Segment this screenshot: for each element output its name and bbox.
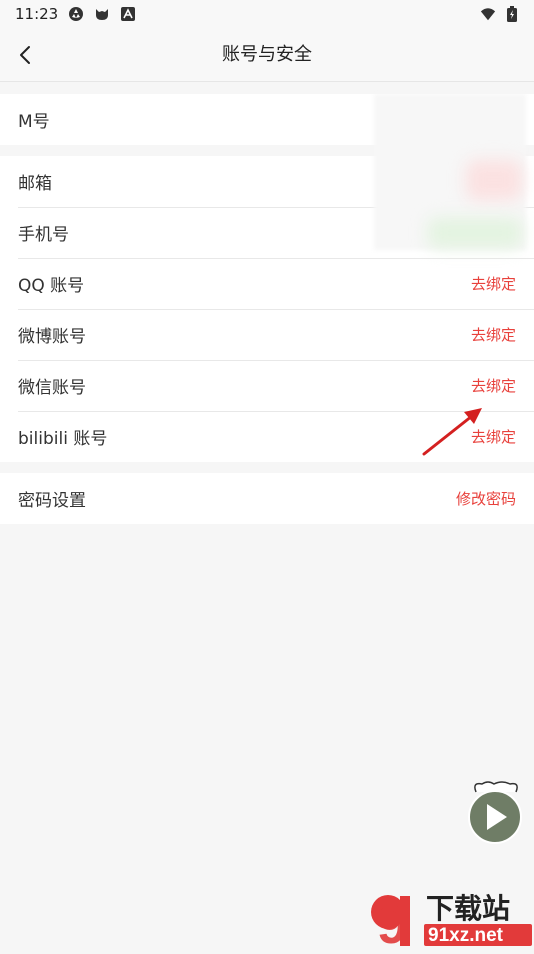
floating-video-button[interactable] xyxy=(466,780,524,844)
wifi-icon xyxy=(480,6,496,22)
status-time: 11:23 xyxy=(15,5,59,23)
bind-wechat-link[interactable]: 去绑定 xyxy=(471,375,516,396)
svg-text:下载站: 下载站 xyxy=(426,892,510,925)
row-label: 手机号 xyxy=(18,225,69,245)
row-label: 微信账号 xyxy=(18,378,86,398)
battery-icon xyxy=(504,6,520,22)
row-label: bilibili 账号 xyxy=(18,429,108,449)
play-icon xyxy=(468,781,522,844)
password-group: 密码设置 修改密码 xyxy=(0,473,534,524)
row-label: M号 xyxy=(18,112,50,132)
github-icon xyxy=(94,6,110,22)
blurred-green-patch xyxy=(428,218,522,248)
sync-icon xyxy=(68,6,84,22)
blurred-red-patch xyxy=(466,160,522,200)
list-item-weibo[interactable]: 微博账号 去绑定 xyxy=(0,309,534,360)
list-item-password[interactable]: 密码设置 修改密码 xyxy=(0,473,534,524)
row-label: QQ 账号 xyxy=(18,276,85,296)
change-password-link[interactable]: 修改密码 xyxy=(456,488,516,509)
app-notification-icon xyxy=(120,6,136,22)
status-bar: 11:23 xyxy=(0,0,534,28)
app-header: 账号与安全 xyxy=(0,28,534,82)
row-label: 邮箱 xyxy=(18,174,52,194)
watermark: 9 下载站 91xz.net xyxy=(364,888,534,954)
bind-weibo-link[interactable]: 去绑定 xyxy=(471,324,516,345)
row-label: 微博账号 xyxy=(18,327,86,347)
watermark-logo: 9 下载站 91xz.net xyxy=(371,892,532,954)
annotation-arrow-icon xyxy=(422,408,482,456)
row-label: 密码设置 xyxy=(18,491,86,511)
page-title: 账号与安全 xyxy=(222,44,312,65)
list-item-qq[interactable]: QQ 账号 去绑定 xyxy=(0,258,534,309)
bind-qq-link[interactable]: 去绑定 xyxy=(471,273,516,294)
svg-text:91xz.net: 91xz.net xyxy=(428,925,504,946)
